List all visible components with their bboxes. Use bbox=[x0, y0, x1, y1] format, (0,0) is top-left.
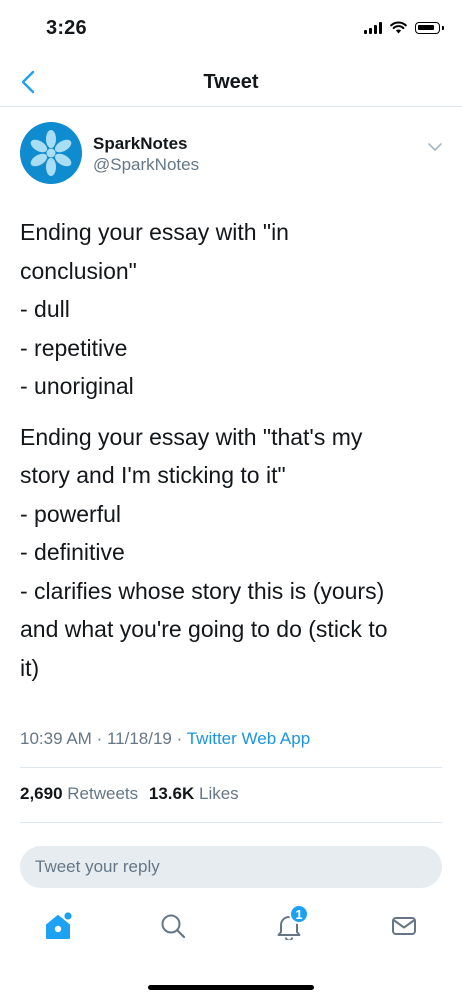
tweet-line: - clarifies whose story this is (yours) bbox=[20, 577, 385, 604]
tab-notifications[interactable]: 1 bbox=[271, 904, 309, 944]
status-time: 3:26 bbox=[46, 17, 87, 39]
sparknotes-logo-icon bbox=[30, 130, 72, 176]
tweet-line: - unoriginal bbox=[20, 373, 134, 399]
tab-messages[interactable] bbox=[386, 908, 422, 944]
tab-home[interactable] bbox=[40, 908, 76, 944]
page-title: Tweet bbox=[203, 71, 259, 93]
tab-search[interactable] bbox=[155, 908, 191, 944]
tweet-line: and what you're going to do (stick to bbox=[20, 616, 388, 642]
avatar[interactable] bbox=[20, 122, 82, 184]
tweet-text: Ending your essay with "in conclusion" -… bbox=[20, 213, 450, 687]
tweet-line: story and I'm sticking to it" bbox=[20, 462, 286, 488]
chevron-down-icon bbox=[428, 143, 442, 151]
author-name[interactable]: SparkNotes bbox=[93, 134, 187, 154]
meta-separator: · bbox=[176, 729, 183, 748]
wifi-icon bbox=[390, 21, 407, 34]
status-bar: 3:26 bbox=[0, 0, 462, 58]
tweet-paragraph: Ending your essay with "that's my story … bbox=[20, 418, 450, 688]
retweets-stat[interactable]: 2,690 Retweets bbox=[20, 784, 149, 803]
likes-count: 13.6K bbox=[148, 784, 195, 803]
divider bbox=[20, 822, 442, 823]
status-icons bbox=[364, 21, 444, 34]
search-icon bbox=[161, 914, 186, 939]
tweet-time: 10:39 AM bbox=[20, 729, 92, 748]
retweets-label: Retweets bbox=[67, 784, 139, 803]
tweet-metadata: 10:39 AM · 11/18/19 · Twitter Web App bbox=[20, 729, 310, 749]
retweets-count: 2,690 bbox=[20, 784, 63, 803]
likes-label: Likes bbox=[199, 784, 239, 803]
notification-badge: 1 bbox=[289, 904, 309, 924]
cellular-signal-icon bbox=[364, 21, 382, 34]
tweet-line: - dull bbox=[20, 296, 70, 322]
likes-stat[interactable]: 13.6K Likes bbox=[149, 784, 245, 803]
tweet-line: - definitive bbox=[20, 539, 125, 565]
tweet-line: - powerful bbox=[20, 500, 121, 527]
tweet-line: it) bbox=[20, 654, 40, 681]
tab-bar: 1 bbox=[0, 900, 462, 960]
mail-icon bbox=[392, 917, 416, 935]
tweet-line: conclusion" bbox=[20, 257, 137, 284]
home-icon bbox=[46, 912, 72, 939]
reply-input[interactable]: Tweet your reply bbox=[20, 846, 442, 888]
divider bbox=[20, 767, 442, 768]
tweet-line: - repetitive bbox=[20, 334, 128, 361]
home-indicator[interactable] bbox=[148, 985, 314, 990]
nav-bar: Tweet bbox=[0, 58, 462, 107]
author-handle[interactable]: @SparkNotes bbox=[93, 155, 199, 175]
reply-placeholder: Tweet your reply bbox=[35, 857, 160, 876]
tweet-options-button[interactable] bbox=[424, 136, 446, 158]
battery-icon bbox=[415, 21, 444, 34]
tweet-line: Ending your essay with "that's my bbox=[20, 423, 363, 450]
tweet-date: 11/18/19 bbox=[106, 729, 172, 748]
tweet-source-link[interactable]: Twitter Web App bbox=[187, 729, 310, 748]
tweet-stats: 2,690 Retweets 13.6K Likes bbox=[20, 784, 245, 804]
tweet-line: Ending your essay with "in bbox=[20, 219, 289, 245]
tweet-paragraph: Ending your essay with "in conclusion" -… bbox=[20, 213, 450, 406]
tweet-header: SparkNotes @SparkNotes bbox=[20, 122, 450, 186]
meta-separator: · bbox=[96, 729, 103, 748]
